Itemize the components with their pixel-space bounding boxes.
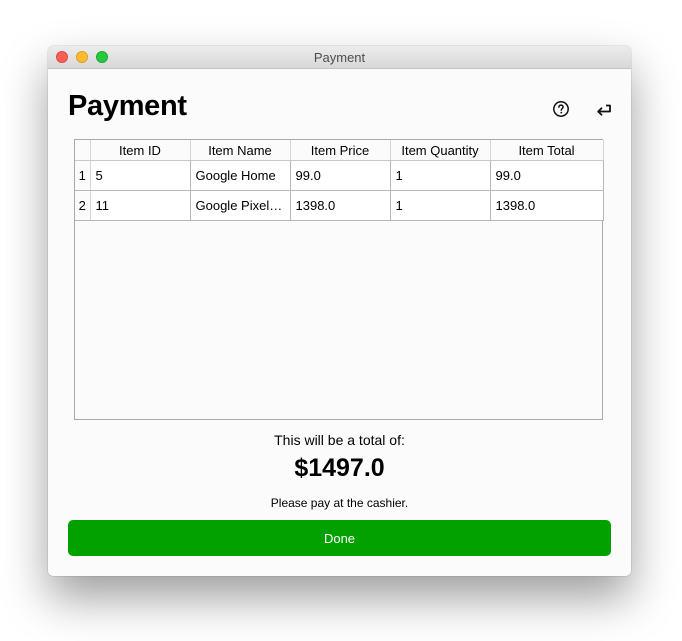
done-button[interactable]: Done (68, 520, 611, 556)
cell-item-total[interactable]: 99.0 (490, 160, 604, 191)
cell-item-total[interactable]: 1398.0 (490, 190, 604, 221)
row-number: 2 (75, 190, 91, 221)
window-content: Payment Item ID Item Name Item Price Ite… (48, 69, 631, 576)
table-corner (75, 140, 91, 161)
items-grid: Item ID Item Name Item Price Item Quanti… (75, 140, 604, 221)
back-button[interactable] (593, 98, 615, 120)
cell-item-quantity[interactable]: 1 (390, 160, 491, 191)
column-header-item-total[interactable]: Item Total (490, 140, 604, 161)
question-circle-icon (553, 101, 569, 117)
total-label: This will be a total of: (274, 432, 405, 448)
help-button[interactable] (550, 98, 572, 120)
row-number: 1 (75, 160, 91, 191)
column-header-item-price[interactable]: Item Price (290, 140, 391, 161)
cell-item-id[interactable]: 5 (90, 160, 191, 191)
cell-item-price[interactable]: 1398.0 (290, 190, 391, 221)
cell-item-name[interactable]: Google Home (190, 160, 291, 191)
table-header-row: Item ID Item Name Item Price Item Quanti… (75, 140, 604, 161)
table-row[interactable]: 2 11 Google Pixel… 1398.0 1 1398.0 (75, 190, 604, 221)
page-title: Payment (68, 90, 187, 122)
table-row[interactable]: 1 5 Google Home 99.0 1 99.0 (75, 160, 604, 191)
column-header-item-id[interactable]: Item ID (90, 140, 191, 161)
column-header-item-quantity[interactable]: Item Quantity (390, 140, 491, 161)
total-amount: $1497.0 (294, 454, 385, 482)
cell-item-id[interactable]: 11 (90, 190, 191, 221)
cell-item-name[interactable]: Google Pixel… (190, 190, 291, 221)
return-arrow-icon (597, 104, 611, 116)
column-header-item-name[interactable]: Item Name (190, 140, 291, 161)
cell-item-quantity[interactable]: 1 (390, 190, 491, 221)
window-title: Payment (313, 50, 366, 65)
payment-window: Payment Payment Item ID Item Name Item P… (48, 46, 631, 576)
payment-instruction: Please pay at the cashier. (270, 496, 409, 510)
title-bar[interactable]: Payment (48, 46, 631, 69)
items-table[interactable]: Item ID Item Name Item Price Item Quanti… (74, 139, 604, 420)
cell-item-price[interactable]: 99.0 (290, 160, 391, 191)
